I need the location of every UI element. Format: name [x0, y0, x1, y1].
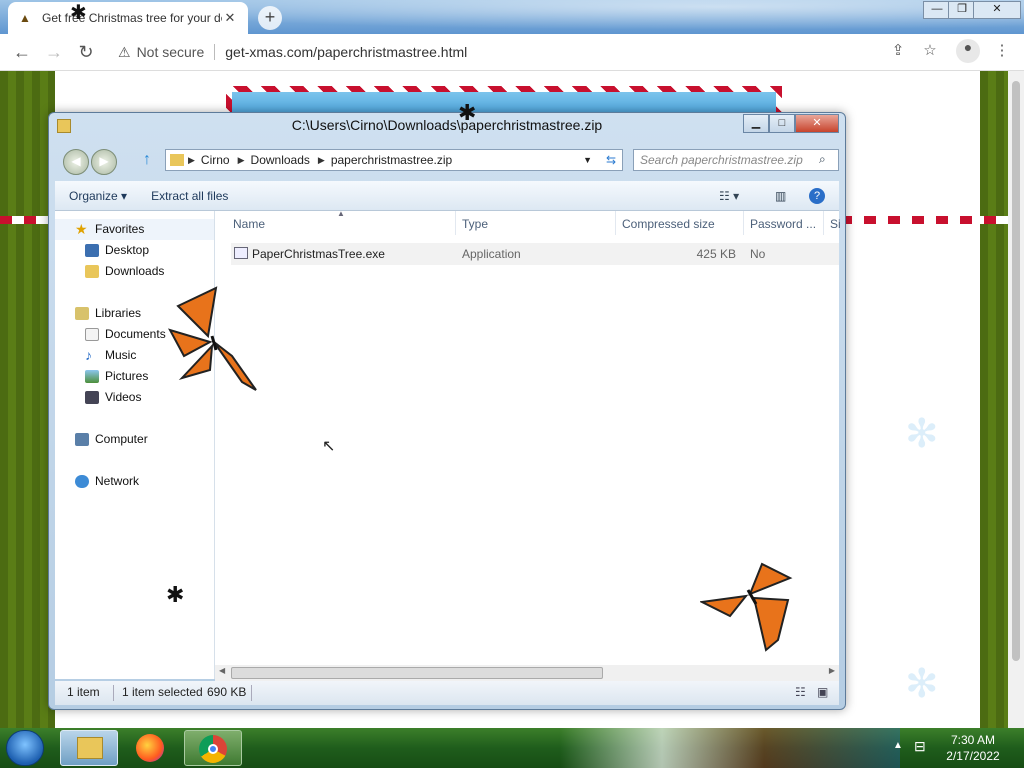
preview-pane-icon[interactable]: ▥: [775, 189, 786, 203]
computer-icon: [75, 433, 89, 446]
new-tab-button[interactable]: +: [258, 6, 282, 30]
profile-avatar-icon[interactable]: ●: [956, 39, 980, 63]
forward-arrow-icon[interactable]: →: [38, 42, 70, 63]
item-count: 1 item: [67, 685, 100, 699]
system-clock[interactable]: 7:30 AM 2/17/2022: [940, 732, 1006, 764]
music-icon: ♪: [85, 347, 92, 363]
file-password: No: [750, 247, 766, 261]
network-icon: [75, 475, 89, 488]
tab-title: Get free Christmas tree for your desktop: [42, 11, 222, 25]
column-size[interactable]: Si: [830, 217, 841, 231]
nav-downloads[interactable]: Downloads: [55, 261, 214, 282]
organize-button[interactable]: Organize ▾: [55, 189, 139, 203]
downloads-folder-icon: [85, 265, 99, 278]
url-text[interactable]: get-xmas.com/paperchristmastree.html: [225, 44, 467, 60]
nav-computer[interactable]: Computer: [55, 429, 214, 450]
page-scrollbar[interactable]: [1008, 71, 1024, 728]
explorer-title: C:\Users\Cirno\Downloads\paperchristmast…: [291, 117, 603, 133]
column-password[interactable]: Password ...: [750, 217, 816, 231]
chevron-down-icon[interactable]: ▼: [583, 155, 592, 165]
browser-close-button[interactable]: ✕: [973, 1, 1021, 19]
explorer-minimize-button[interactable]: ▁: [743, 114, 769, 133]
large-icons-view-icon[interactable]: ▣: [817, 681, 828, 703]
browser-tab-strip: ▲ Get free Christmas tree for your deskt…: [0, 0, 1024, 34]
browser-toolbar: ← → ↻ ⚠ Not secure get-xmas.com/paperchr…: [0, 34, 1024, 71]
extract-all-button[interactable]: Extract all files: [139, 189, 240, 203]
horizontal-scrollbar[interactable]: ◀ ▶: [215, 665, 839, 681]
back-arrow-icon[interactable]: ◀: [63, 149, 89, 175]
back-arrow-icon[interactable]: ←: [6, 42, 38, 63]
explorer-close-button[interactable]: ✕: [795, 114, 839, 133]
up-arrow-icon[interactable]: ↑: [143, 151, 151, 169]
desktop-icon: [85, 244, 99, 257]
security-label: Not secure: [136, 44, 205, 60]
selected-size: 690 KB: [207, 685, 247, 699]
firefox-icon: [136, 734, 164, 762]
snowflake-icon: ✻: [905, 662, 939, 706]
command-bar: Organize ▾ Extract all files ☷ ▾ ▥ ?: [55, 181, 839, 211]
taskbar-chrome-button[interactable]: [184, 730, 242, 766]
share-icon[interactable]: ⇪: [886, 41, 910, 59]
table-row[interactable]: PaperChristmasTree.exe Application 425 K…: [231, 243, 839, 265]
documents-icon: [85, 328, 99, 341]
reload-icon[interactable]: ↻: [70, 42, 102, 63]
bookmark-star-icon[interactable]: ☆: [918, 41, 942, 59]
libraries-icon: [75, 307, 89, 320]
nav-favorites[interactable]: ★ Favorites: [55, 219, 214, 240]
star-icon: ★: [75, 221, 88, 237]
taskbar-firefox-button[interactable]: [122, 730, 180, 766]
view-options-icon[interactable]: ☷ ▾: [719, 189, 739, 203]
tray-expand-icon[interactable]: ▲: [893, 740, 903, 751]
column-type[interactable]: Type: [462, 217, 488, 231]
fly-icon: ✱: [70, 2, 87, 24]
application-icon: [234, 247, 248, 259]
network-tray-icon[interactable]: ⊟: [914, 738, 926, 755]
navigation-pane: ★ Favorites Desktop Downloads Libraries …: [55, 211, 215, 679]
breadcrumb-zip[interactable]: paperchristmastree.zip: [331, 153, 452, 167]
help-icon[interactable]: ?: [809, 187, 825, 204]
christmas-tree-favicon-icon: ▲: [19, 11, 31, 25]
file-type: Application: [462, 247, 521, 261]
nav-network[interactable]: Network: [55, 471, 214, 492]
butterfly-icon: [168, 286, 257, 391]
windows-taskbar: ▲ ⊟ 7:30 AM 2/17/2022: [0, 728, 1024, 768]
refresh-icon[interactable]: ⇆: [606, 153, 616, 167]
busy-cursor-icon: ↖: [322, 438, 336, 455]
clock-time: 7:30 AM: [950, 733, 996, 747]
column-name[interactable]: Name: [233, 217, 265, 231]
file-compressed-size: 425 KB: [696, 247, 736, 261]
taskbar-explorer-button[interactable]: [60, 730, 118, 766]
breadcrumb-cirno[interactable]: Cirno: [201, 153, 230, 167]
browser-tab[interactable]: ▲ Get free Christmas tree for your deskt…: [8, 2, 248, 34]
column-compressed-size[interactable]: Compressed size: [622, 217, 715, 231]
folder-icon: [170, 154, 184, 166]
nav-desktop[interactable]: Desktop: [55, 240, 214, 261]
explorer-maximize-button[interactable]: □: [769, 114, 795, 133]
menu-kebab-icon[interactable]: ⋮: [990, 41, 1014, 59]
fly-icon: ✱: [166, 582, 185, 607]
search-icon: ⌕: [819, 152, 826, 166]
pictures-icon: [85, 370, 99, 383]
browser-minimize-button[interactable]: —: [923, 1, 951, 19]
forward-arrow-icon[interactable]: ▶: [91, 149, 117, 175]
folder-icon: [77, 737, 103, 759]
selected-count: 1 item selected: [122, 685, 203, 699]
search-input[interactable]: Search paperchristmastree.zip: [633, 149, 839, 171]
explorer-address-bar[interactable]: ▶ Cirno ▶ Downloads ▶ paperchristmastree…: [165, 149, 623, 171]
sort-ascending-icon: ▲: [337, 209, 345, 218]
file-name[interactable]: PaperChristmasTree.exe: [252, 247, 385, 261]
address-bar[interactable]: ⚠ Not secure get-xmas.com/paperchristmas…: [112, 38, 952, 66]
tab-close-icon[interactable]: ✕: [222, 10, 238, 26]
breadcrumb-downloads[interactable]: Downloads: [251, 153, 310, 167]
browser-restore-button[interactable]: ❐: [948, 1, 976, 19]
clock-date: 2/17/2022: [946, 749, 1000, 763]
status-bar: 1 item 1 item selected 690 KB ☷ ▣: [55, 681, 839, 705]
details-view-icon[interactable]: ☷: [795, 681, 806, 703]
snowflake-icon: ✻: [905, 412, 939, 456]
warning-icon: ⚠: [118, 43, 131, 60]
fly-icon: ✱: [458, 100, 477, 125]
start-button[interactable]: [6, 730, 44, 766]
videos-icon: [85, 391, 99, 404]
butterfly-icon: [700, 562, 793, 652]
